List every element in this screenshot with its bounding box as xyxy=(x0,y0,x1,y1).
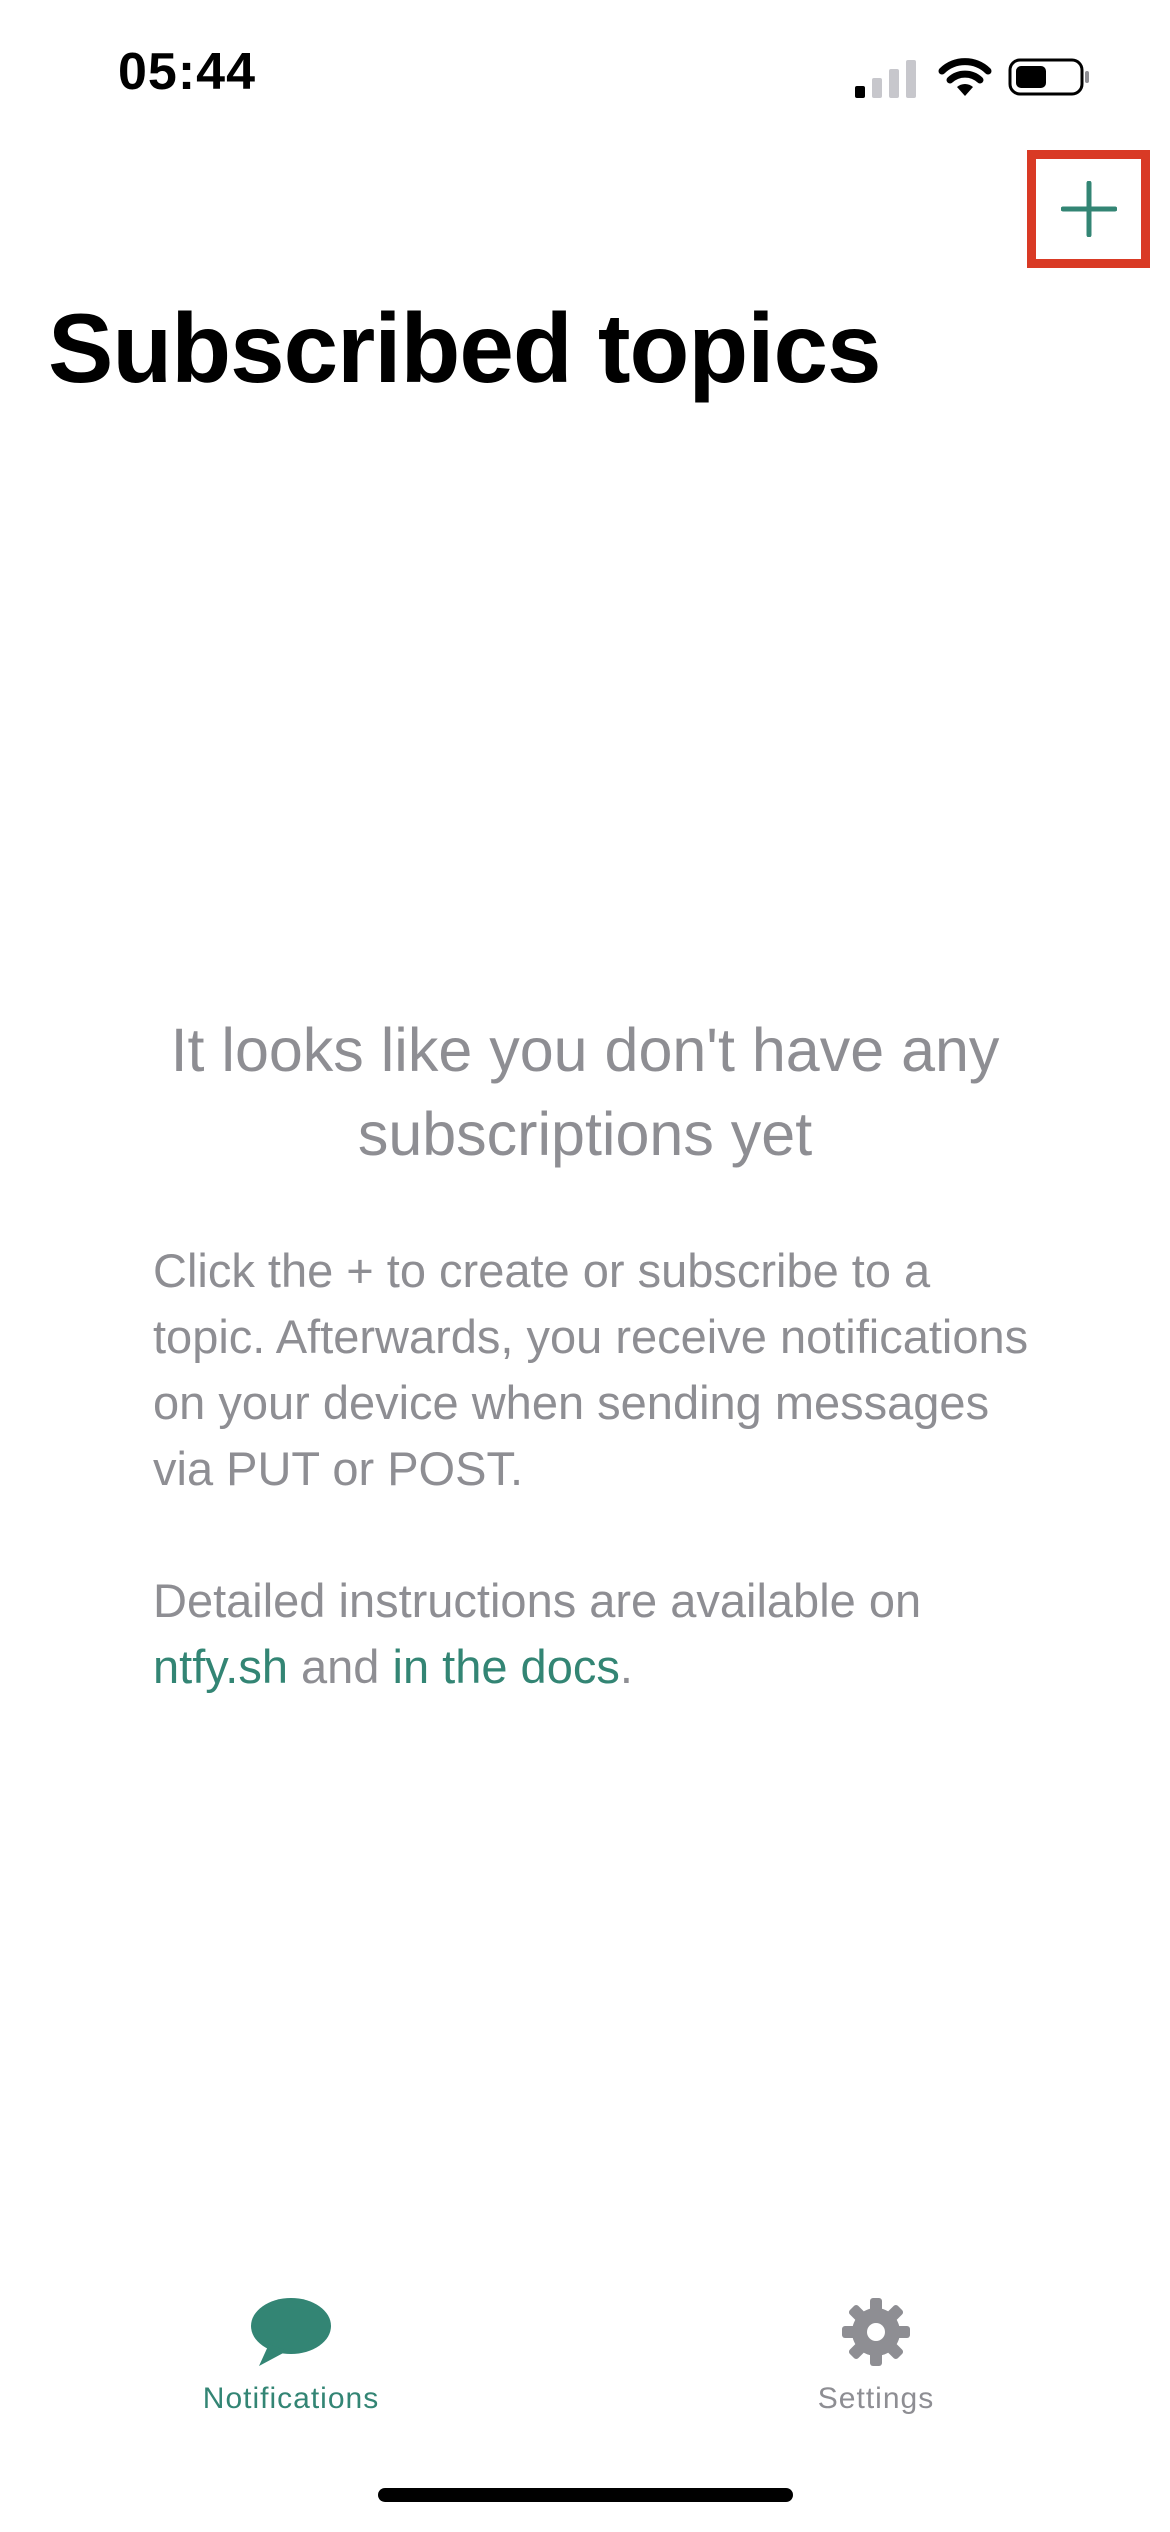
empty-state-body: Click the + to create or subscribe to a … xyxy=(153,1238,1053,1700)
details-suffix: . xyxy=(619,1640,633,1693)
empty-state-details: Detailed instructions are available on n… xyxy=(153,1568,1053,1700)
tab-notifications[interactable]: Notifications xyxy=(111,2296,471,2416)
add-subscription-button[interactable] xyxy=(1027,150,1150,268)
empty-state-instructions: Click the + to create or subscribe to a … xyxy=(153,1244,1029,1495)
empty-state-heading: It looks like you don't have any subscri… xyxy=(170,1016,1000,1168)
cellular-signal-icon xyxy=(855,60,916,98)
details-prefix: Detailed instructions are available on xyxy=(153,1574,922,1627)
details-middle: and xyxy=(287,1640,393,1693)
plus-icon xyxy=(1060,181,1117,237)
page-title: Subscribed topics xyxy=(48,293,882,403)
chat-bubble-icon xyxy=(251,2298,331,2366)
tab-settings[interactable]: Settings xyxy=(696,2296,1056,2416)
tab-notifications-label: Notifications xyxy=(202,2382,380,2415)
docs-link[interactable]: in the docs xyxy=(393,1640,620,1693)
wifi-icon xyxy=(938,58,992,96)
battery-icon xyxy=(1008,58,1089,96)
tab-settings-label: Settings xyxy=(817,2382,935,2415)
home-indicator xyxy=(378,2488,793,2502)
ntfy-site-link[interactable]: ntfy.sh xyxy=(153,1640,288,1693)
status-time: 05:44 xyxy=(118,43,256,101)
gear-icon xyxy=(842,2298,910,2366)
